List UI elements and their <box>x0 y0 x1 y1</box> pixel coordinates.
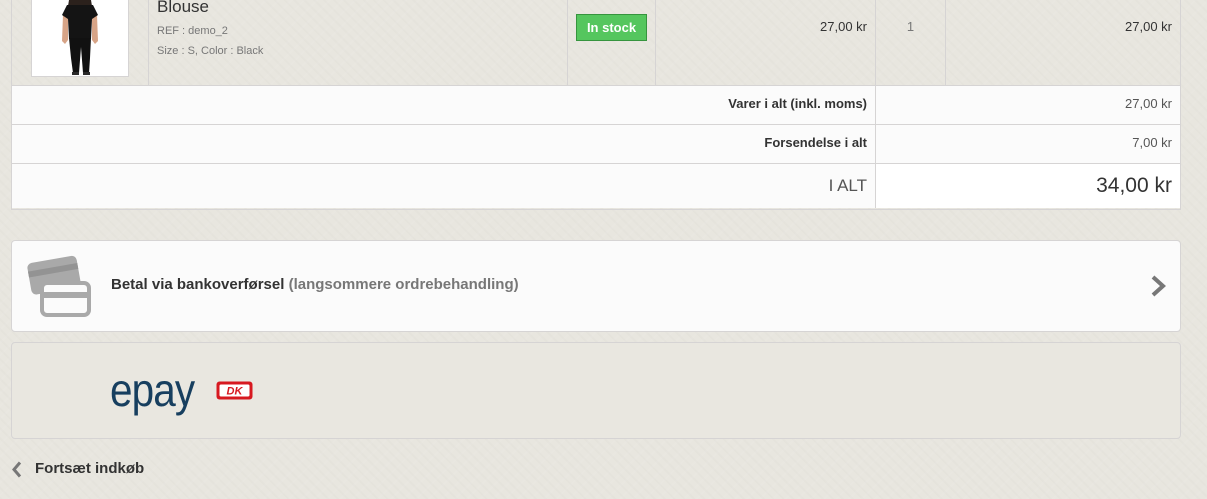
payment-option-epay: epay DK <box>11 342 1181 439</box>
table-row: Blouse REF : demo_2 Size : S, Color : Bl… <box>12 0 1180 86</box>
summary-value-total: 34,00 kr <box>875 164 1180 208</box>
unit-price-cell: 27,00 kr <box>655 0 875 85</box>
bank-transfer-title: Betal via bankoverførsel <box>111 276 285 293</box>
summary-value-products: 27,00 kr <box>875 86 1180 124</box>
product-total-cell: 27,00 kr <box>945 0 1180 85</box>
continue-shopping-label: Fortsæt indkøb <box>35 460 145 477</box>
summary-label-total: I ALT <box>12 164 875 208</box>
summary-value-shipping: 7,00 kr <box>875 125 1180 163</box>
dankort-logo-text: DK <box>227 386 244 398</box>
product-description-cell: Blouse REF : demo_2 Size : S, Color : Bl… <box>148 0 567 85</box>
unit-price: 27,00 kr <box>820 19 867 34</box>
product-total-price: 27,00 kr <box>1125 19 1172 34</box>
product-image-link[interactable] <box>31 0 129 77</box>
chevron-left-icon <box>12 461 22 478</box>
chevron-right-icon <box>1151 275 1166 297</box>
credit-cards-icon <box>27 255 91 317</box>
summary-label-products: Varer i alt (inkl. moms) <box>12 86 875 124</box>
bank-transfer-link[interactable]: Betal via bankoverførsel (langsommere or… <box>12 241 1180 331</box>
bank-transfer-label: Betal via bankoverførsel (langsommere or… <box>111 275 519 295</box>
product-name-link[interactable]: Blouse <box>157 0 209 17</box>
product-image-cell <box>12 0 148 85</box>
summary-row-total: I ALT 34,00 kr <box>12 164 1180 208</box>
product-reference: REF : demo_2 <box>157 25 228 37</box>
cart-summary-table: Blouse REF : demo_2 Size : S, Color : Bl… <box>11 0 1181 210</box>
continue-shopping-link[interactable]: Fortsæt indkøb <box>11 459 166 481</box>
in-stock-badge: In stock <box>576 14 647 41</box>
product-image <box>32 0 128 76</box>
summary-row-products: Varer i alt (inkl. moms) 27,00 kr <box>12 86 1180 125</box>
bank-transfer-note: (langsommere ordrebehandling) <box>288 276 519 293</box>
epay-link[interactable]: epay DK <box>12 343 1180 438</box>
quantity-cell: 1 <box>875 0 945 85</box>
summary-row-shipping: Forsendelse i alt 7,00 kr <box>12 125 1180 164</box>
availability-cell: In stock <box>567 0 655 85</box>
product-attributes: Size : S, Color : Black <box>157 45 264 57</box>
dankort-logo: DK <box>216 381 253 400</box>
payment-option-bank-transfer: Betal via bankoverførsel (langsommere or… <box>11 240 1181 332</box>
quantity: 1 <box>906 19 915 34</box>
summary-label-shipping: Forsendelse i alt <box>12 125 875 163</box>
page: Blouse REF : demo_2 Size : S, Color : Bl… <box>0 0 1207 499</box>
epay-logo: epay <box>110 364 195 416</box>
